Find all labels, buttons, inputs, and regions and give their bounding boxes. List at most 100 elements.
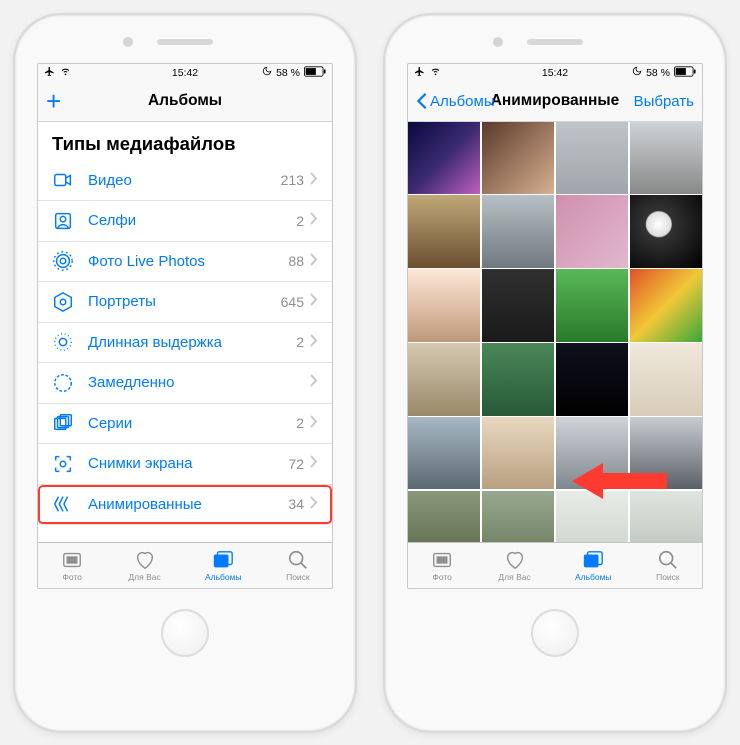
chevron-right-icon <box>310 374 318 391</box>
speaker-grille <box>527 39 583 45</box>
photo-thumbnail[interactable] <box>482 269 554 341</box>
tab-label: Для Вас <box>498 572 530 582</box>
photos-tab-icon <box>60 549 84 571</box>
row-video[interactable]: Видео 213 <box>38 161 332 202</box>
photo-thumbnail[interactable] <box>482 417 554 489</box>
row-long-exposure[interactable]: Длинная выдержка 2 <box>38 323 332 364</box>
photo-thumbnail[interactable] <box>630 269 702 341</box>
photo-thumbnail[interactable] <box>556 417 628 489</box>
row-selfies[interactable]: Селфи 2 <box>38 201 332 242</box>
row-label: Видео <box>88 172 281 189</box>
wifi-icon <box>59 66 72 79</box>
row-count: 2 <box>296 213 304 229</box>
row-label: Замедленно <box>88 374 304 391</box>
section-other-albums: Другие альбомы <box>38 525 332 542</box>
photo-thumbnail[interactable] <box>630 343 702 415</box>
chevron-right-icon <box>310 496 318 513</box>
row-animated[interactable]: Анимированные 34 <box>38 485 332 526</box>
tab-albums[interactable]: Альбомы <box>205 549 242 582</box>
row-label: Анимированные <box>88 496 288 513</box>
photo-thumbnail[interactable] <box>408 122 480 194</box>
tab-for-you[interactable]: Для Вас <box>128 549 160 582</box>
tab-search[interactable]: Поиск <box>286 549 310 582</box>
photo-thumbnail[interactable] <box>408 195 480 267</box>
albums-tab-icon <box>211 549 235 571</box>
albums-scroll[interactable]: Типы медиафайлов Видео 213 Селфи 2 Фото … <box>38 122 332 542</box>
photo-thumbnail[interactable] <box>556 343 628 415</box>
tab-label: Для Вас <box>128 572 160 582</box>
select-button[interactable]: Выбрать <box>634 93 694 110</box>
row-label: Селфи <box>88 212 296 229</box>
add-button[interactable]: + <box>46 88 61 114</box>
photo-thumbnail[interactable] <box>482 195 554 267</box>
row-live-photos[interactable]: Фото Live Photos 88 <box>38 242 332 283</box>
tab-label: Поиск <box>286 572 310 582</box>
photo-thumbnail[interactable] <box>482 122 554 194</box>
airplane-mode-icon <box>414 66 425 80</box>
row-count: 34 <box>288 496 304 512</box>
row-count: 2 <box>296 415 304 431</box>
photo-thumbnail[interactable] <box>630 417 702 489</box>
search-tab-icon <box>656 549 680 571</box>
photo-thumbnail[interactable] <box>630 491 702 542</box>
photo-grid-scroll[interactable] <box>408 122 702 542</box>
row-count: 2 <box>296 334 304 350</box>
row-label: Фото Live Photos <box>88 253 288 270</box>
moon-icon <box>632 66 642 79</box>
photo-thumbnail[interactable] <box>482 343 554 415</box>
tab-label: Альбомы <box>575 572 612 582</box>
tab-label: Альбомы <box>205 572 242 582</box>
photo-thumbnail[interactable] <box>556 195 628 267</box>
status-bar: 15:42 58 % <box>408 64 702 82</box>
video-icon <box>52 169 74 191</box>
photo-thumbnail[interactable] <box>556 491 628 542</box>
airplane-mode-icon <box>44 66 55 80</box>
tab-albums[interactable]: Альбомы <box>575 549 612 582</box>
tab-search[interactable]: Поиск <box>656 549 680 582</box>
camera-dot <box>123 37 133 47</box>
back-button[interactable]: Альбомы <box>416 92 495 110</box>
photo-thumbnail[interactable] <box>408 269 480 341</box>
photo-thumbnail[interactable] <box>630 122 702 194</box>
tab-photos[interactable]: Фото <box>430 549 454 582</box>
camera-dot <box>493 37 503 47</box>
animated-icon <box>52 493 74 515</box>
row-label: Снимки экрана <box>88 455 288 472</box>
row-label: Длинная выдержка <box>88 334 296 351</box>
battery-text: 58 % <box>646 67 670 79</box>
tab-bar: Фото Для Вас Альбомы Поиск <box>408 542 702 588</box>
home-button[interactable] <box>531 609 579 657</box>
screenshot-icon <box>52 453 74 475</box>
home-button[interactable] <box>161 609 209 657</box>
chevron-right-icon <box>310 253 318 270</box>
photo-thumbnail[interactable] <box>408 491 480 542</box>
status-bar: 15:42 58 % <box>38 64 332 82</box>
photo-thumbnail[interactable] <box>556 269 628 341</box>
section-media-types: Типы медиафайлов <box>38 122 332 161</box>
photo-thumbnail[interactable] <box>630 195 702 267</box>
row-label: Серии <box>88 415 296 432</box>
nav-title: Альбомы <box>38 92 332 110</box>
photo-thumbnail[interactable] <box>482 491 554 542</box>
photo-thumbnail[interactable] <box>408 417 480 489</box>
moon-icon <box>262 66 272 79</box>
battery-icon <box>674 66 696 80</box>
row-slomo[interactable]: Замедленно <box>38 363 332 404</box>
speaker-grille <box>157 39 213 45</box>
chevron-right-icon <box>310 334 318 351</box>
for-you-tab-icon <box>503 549 527 571</box>
photo-thumbnail[interactable] <box>408 343 480 415</box>
tab-photos[interactable]: Фото <box>60 549 84 582</box>
chevron-right-icon <box>310 172 318 189</box>
long-exposure-icon <box>52 331 74 353</box>
tab-for-you[interactable]: Для Вас <box>498 549 530 582</box>
row-count: 213 <box>281 172 304 188</box>
albums-tab-icon <box>581 549 605 571</box>
row-bursts[interactable]: Серии 2 <box>38 404 332 445</box>
iphone-frame-right: 15:42 58 % Альбомы Анимированные Выбрать <box>383 13 727 733</box>
row-screenshots[interactable]: Снимки экрана 72 <box>38 444 332 485</box>
tab-label: Поиск <box>656 572 680 582</box>
row-portraits[interactable]: Портреты 645 <box>38 282 332 323</box>
photos-tab-icon <box>430 549 454 571</box>
photo-thumbnail[interactable] <box>556 122 628 194</box>
